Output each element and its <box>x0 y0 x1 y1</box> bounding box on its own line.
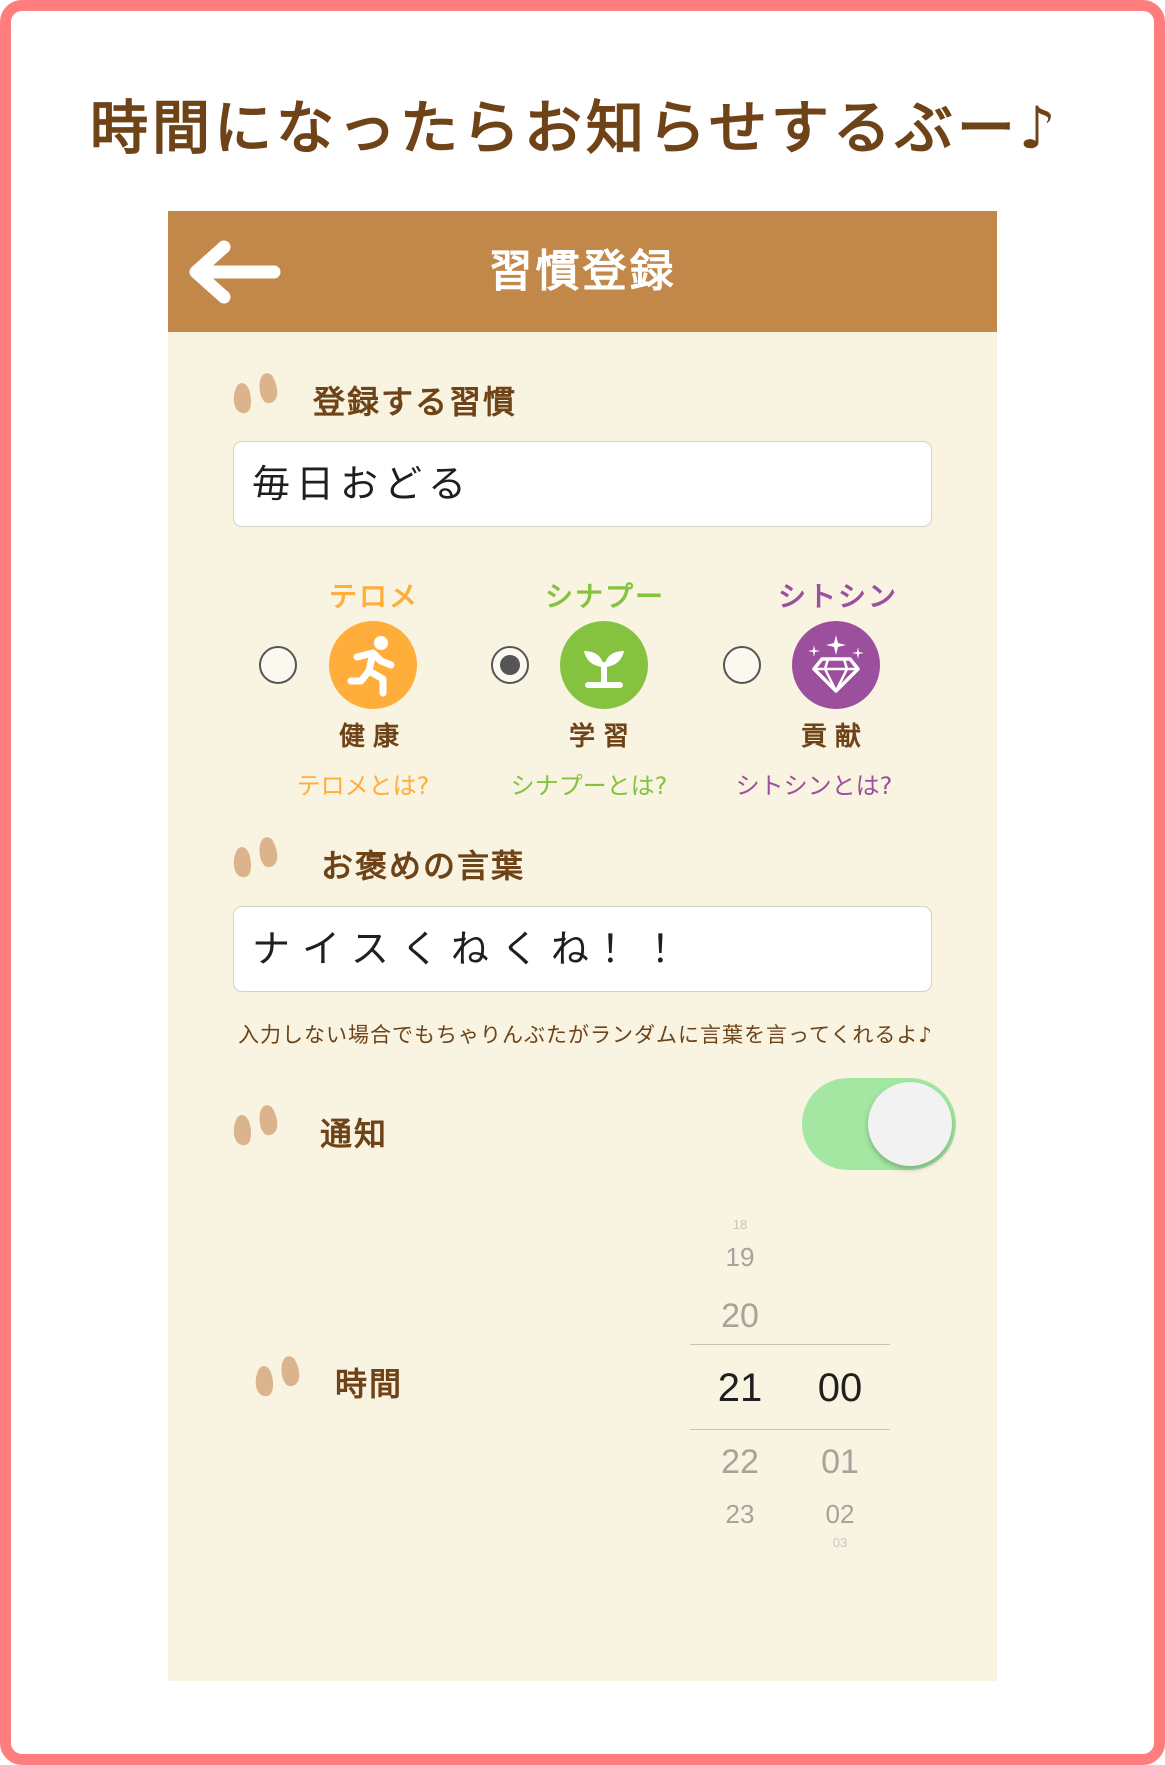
sprout-icon <box>584 651 624 688</box>
hour-option[interactable]: 20 <box>690 1296 790 1336</box>
category-label-contribution: 貢献 <box>800 722 869 752</box>
hour-option[interactable]: 18 <box>690 1218 790 1232</box>
praise-input[interactable]: ナイスくねくね！！ <box>233 906 932 992</box>
paw-print-icon <box>255 1356 300 1397</box>
minute-option[interactable]: 01 <box>790 1442 890 1482</box>
navbar: 習慣登録 <box>168 211 997 332</box>
habit-section-label: 登録する習慣 <box>313 383 518 421</box>
category-name-telome: テロメ <box>328 580 419 613</box>
minute-option[interactable]: 03 <box>790 1536 890 1550</box>
back-button[interactable] <box>186 237 286 307</box>
category-icon-study[interactable] <box>560 621 648 709</box>
toggle-knob <box>868 1082 952 1166</box>
category-icon-health[interactable] <box>329 621 417 709</box>
hour-selected[interactable]: 21 <box>690 1364 790 1412</box>
notify-section-label: 通知 <box>320 1115 389 1153</box>
category-name-synapoo: シナプー <box>544 580 665 613</box>
arrow-left-icon <box>189 240 281 304</box>
telome-info-link[interactable]: テロメとは? <box>248 766 478 801</box>
praise-hint: 入力しない場合でもちゃりんぶたがランダムに言葉を言ってくれるよ♪ <box>238 1023 933 1047</box>
praise-section-label: お褒めの言葉 <box>321 847 526 885</box>
category-label-health: 健康 <box>338 722 407 752</box>
hour-option[interactable]: 19 <box>690 1242 790 1272</box>
habit-input[interactable]: 毎日おどる <box>233 441 932 527</box>
page-title: 習慣登録 <box>488 246 677 297</box>
picker-divider-bottom <box>690 1429 890 1430</box>
time-section-label: 時間 <box>335 1365 404 1403</box>
hour-option[interactable]: 22 <box>690 1442 790 1482</box>
notify-toggle[interactable] <box>802 1078 956 1170</box>
paw-print-icon <box>233 837 278 878</box>
diamond-icon <box>808 635 864 693</box>
minute-selected[interactable]: 00 <box>790 1364 890 1412</box>
app-screen: 習慣登録 登録する習慣 毎日おどる テロメ シナプー シトシン 健康 学習 貢献… <box>168 211 997 1681</box>
paw-print-icon <box>233 373 278 414</box>
paw-print-icon <box>233 1105 278 1146</box>
picker-divider-top <box>690 1344 890 1345</box>
radio-contribution[interactable] <box>723 646 761 684</box>
headline: 時間になったらお知らせするぶー♪ <box>90 94 1060 162</box>
shitoshin-info-link[interactable]: シトシンとは? <box>699 766 929 801</box>
category-name-shitoshin: シトシン <box>777 580 898 613</box>
minute-option[interactable]: 02 <box>790 1499 890 1529</box>
time-picker[interactable]: 18 19 20 21 22 23 00 01 02 03 <box>690 1211 890 1581</box>
category-label-study: 学習 <box>568 722 637 752</box>
hour-option[interactable]: 23 <box>690 1499 790 1529</box>
synapoo-info-link[interactable]: シナプーとは? <box>474 766 704 801</box>
category-icon-contribution[interactable] <box>792 621 880 709</box>
running-person-icon <box>347 636 395 697</box>
radio-health[interactable] <box>259 646 297 684</box>
radio-study[interactable] <box>491 646 529 684</box>
